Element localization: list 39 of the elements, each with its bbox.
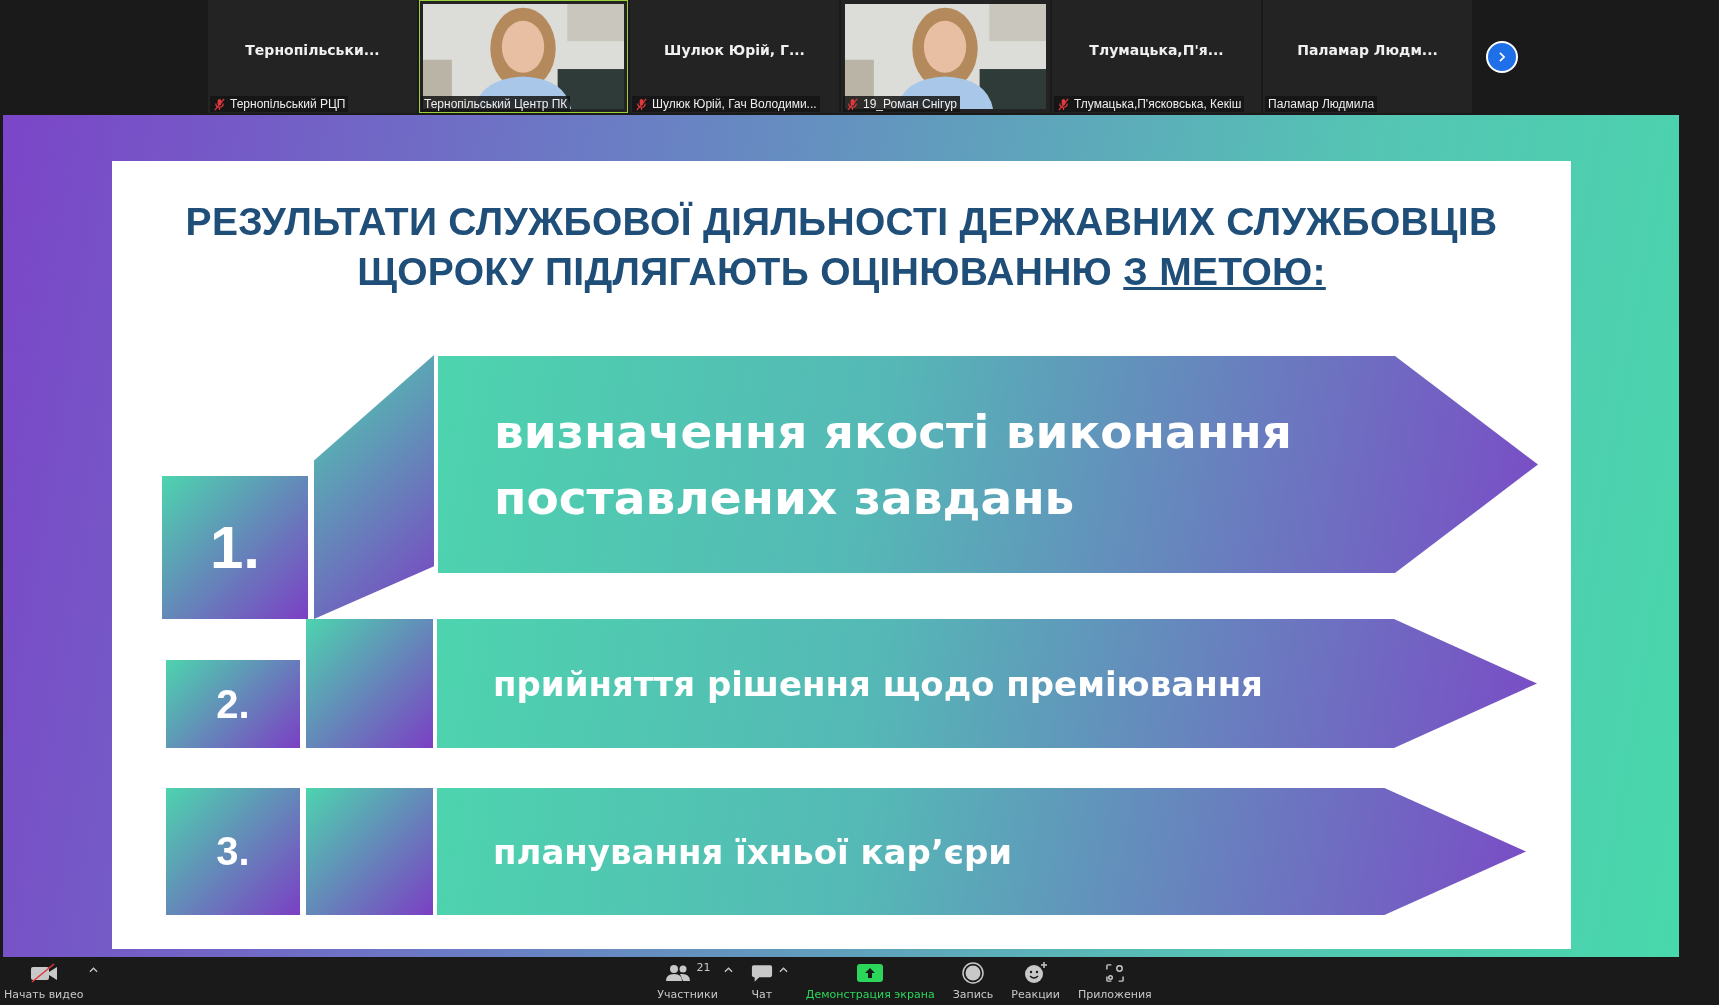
- goal-text: планування їхньої кар’єри: [493, 831, 1013, 872]
- slide-title: РЕЗУЛЬТАТИ СЛУЖБОВОЇ ДІЯЛЬНОСТІ ДЕРЖАВНИХ СЛУЖБОВЦІВ ЩОРОКУ ПІДЛЯГАЮТЬ ОЦІНЮВАННЮ З МЕТОЮ:: [185, 199, 1498, 295]
- apps-icon: [1105, 964, 1124, 982]
- share-screen-icon: [857, 964, 884, 982]
- toolbar-button[interactable]: Начать видео: [4, 961, 84, 1001]
- goal-text: прийняття рішення щодо преміювання: [493, 663, 1263, 704]
- caret-icon[interactable]: [723, 967, 733, 973]
- participant-label: Тлумацька,П'ясковська, Кекіш: [1054, 96, 1245, 112]
- participant-count: 21: [696, 961, 711, 974]
- participant-label: Тернопільський Центр ПК: [421, 96, 571, 112]
- number-block: 1.: [162, 476, 308, 619]
- participant-label: Паламар Людмила: [1265, 96, 1378, 112]
- caret-icon[interactable]: [89, 967, 99, 973]
- participant-label: 19_Роман Снігур: [843, 96, 960, 112]
- muted-mic-icon: [635, 97, 648, 111]
- participant-name: Паламар Людм...: [1297, 41, 1438, 58]
- muted-mic-icon: [213, 97, 226, 111]
- participant-name: Тернопільськи...: [245, 41, 380, 58]
- toolbar-button[interactable]: Демонстрация экрана: [805, 961, 935, 1001]
- muted-mic-icon: [1057, 97, 1070, 111]
- toolbar-button[interactable]: Реакции: [1011, 961, 1060, 1001]
- muted-mic-icon: [846, 97, 859, 111]
- participant-label: Тернопільський РЦП: [210, 96, 349, 112]
- next-page-button[interactable]: [1486, 40, 1518, 73]
- goal-text: визначення якості виконання поставлених завдань: [494, 402, 1293, 527]
- smiley-icon: [1023, 962, 1048, 984]
- people-icon: [664, 964, 691, 982]
- toolbar-button[interactable]: 21 Участники: [657, 961, 718, 1001]
- participant-label: Шулюк Юрій, Гач Володими...: [632, 96, 820, 112]
- toolbar-button[interactable]: Чат: [750, 961, 773, 1001]
- number-block: 3.: [166, 788, 300, 915]
- toolbar-button[interactable]: Приложения: [1077, 961, 1152, 1001]
- chat-icon: [750, 963, 773, 983]
- participant-name: Тлумацька,П'я...: [1089, 41, 1224, 58]
- participant-name: Шулюк Юрій, Г...: [664, 41, 805, 58]
- toolbar-button[interactable]: Запись: [952, 961, 994, 1001]
- record-icon: [962, 962, 984, 984]
- caret-icon[interactable]: [778, 967, 788, 973]
- number-block: 2.: [166, 660, 300, 748]
